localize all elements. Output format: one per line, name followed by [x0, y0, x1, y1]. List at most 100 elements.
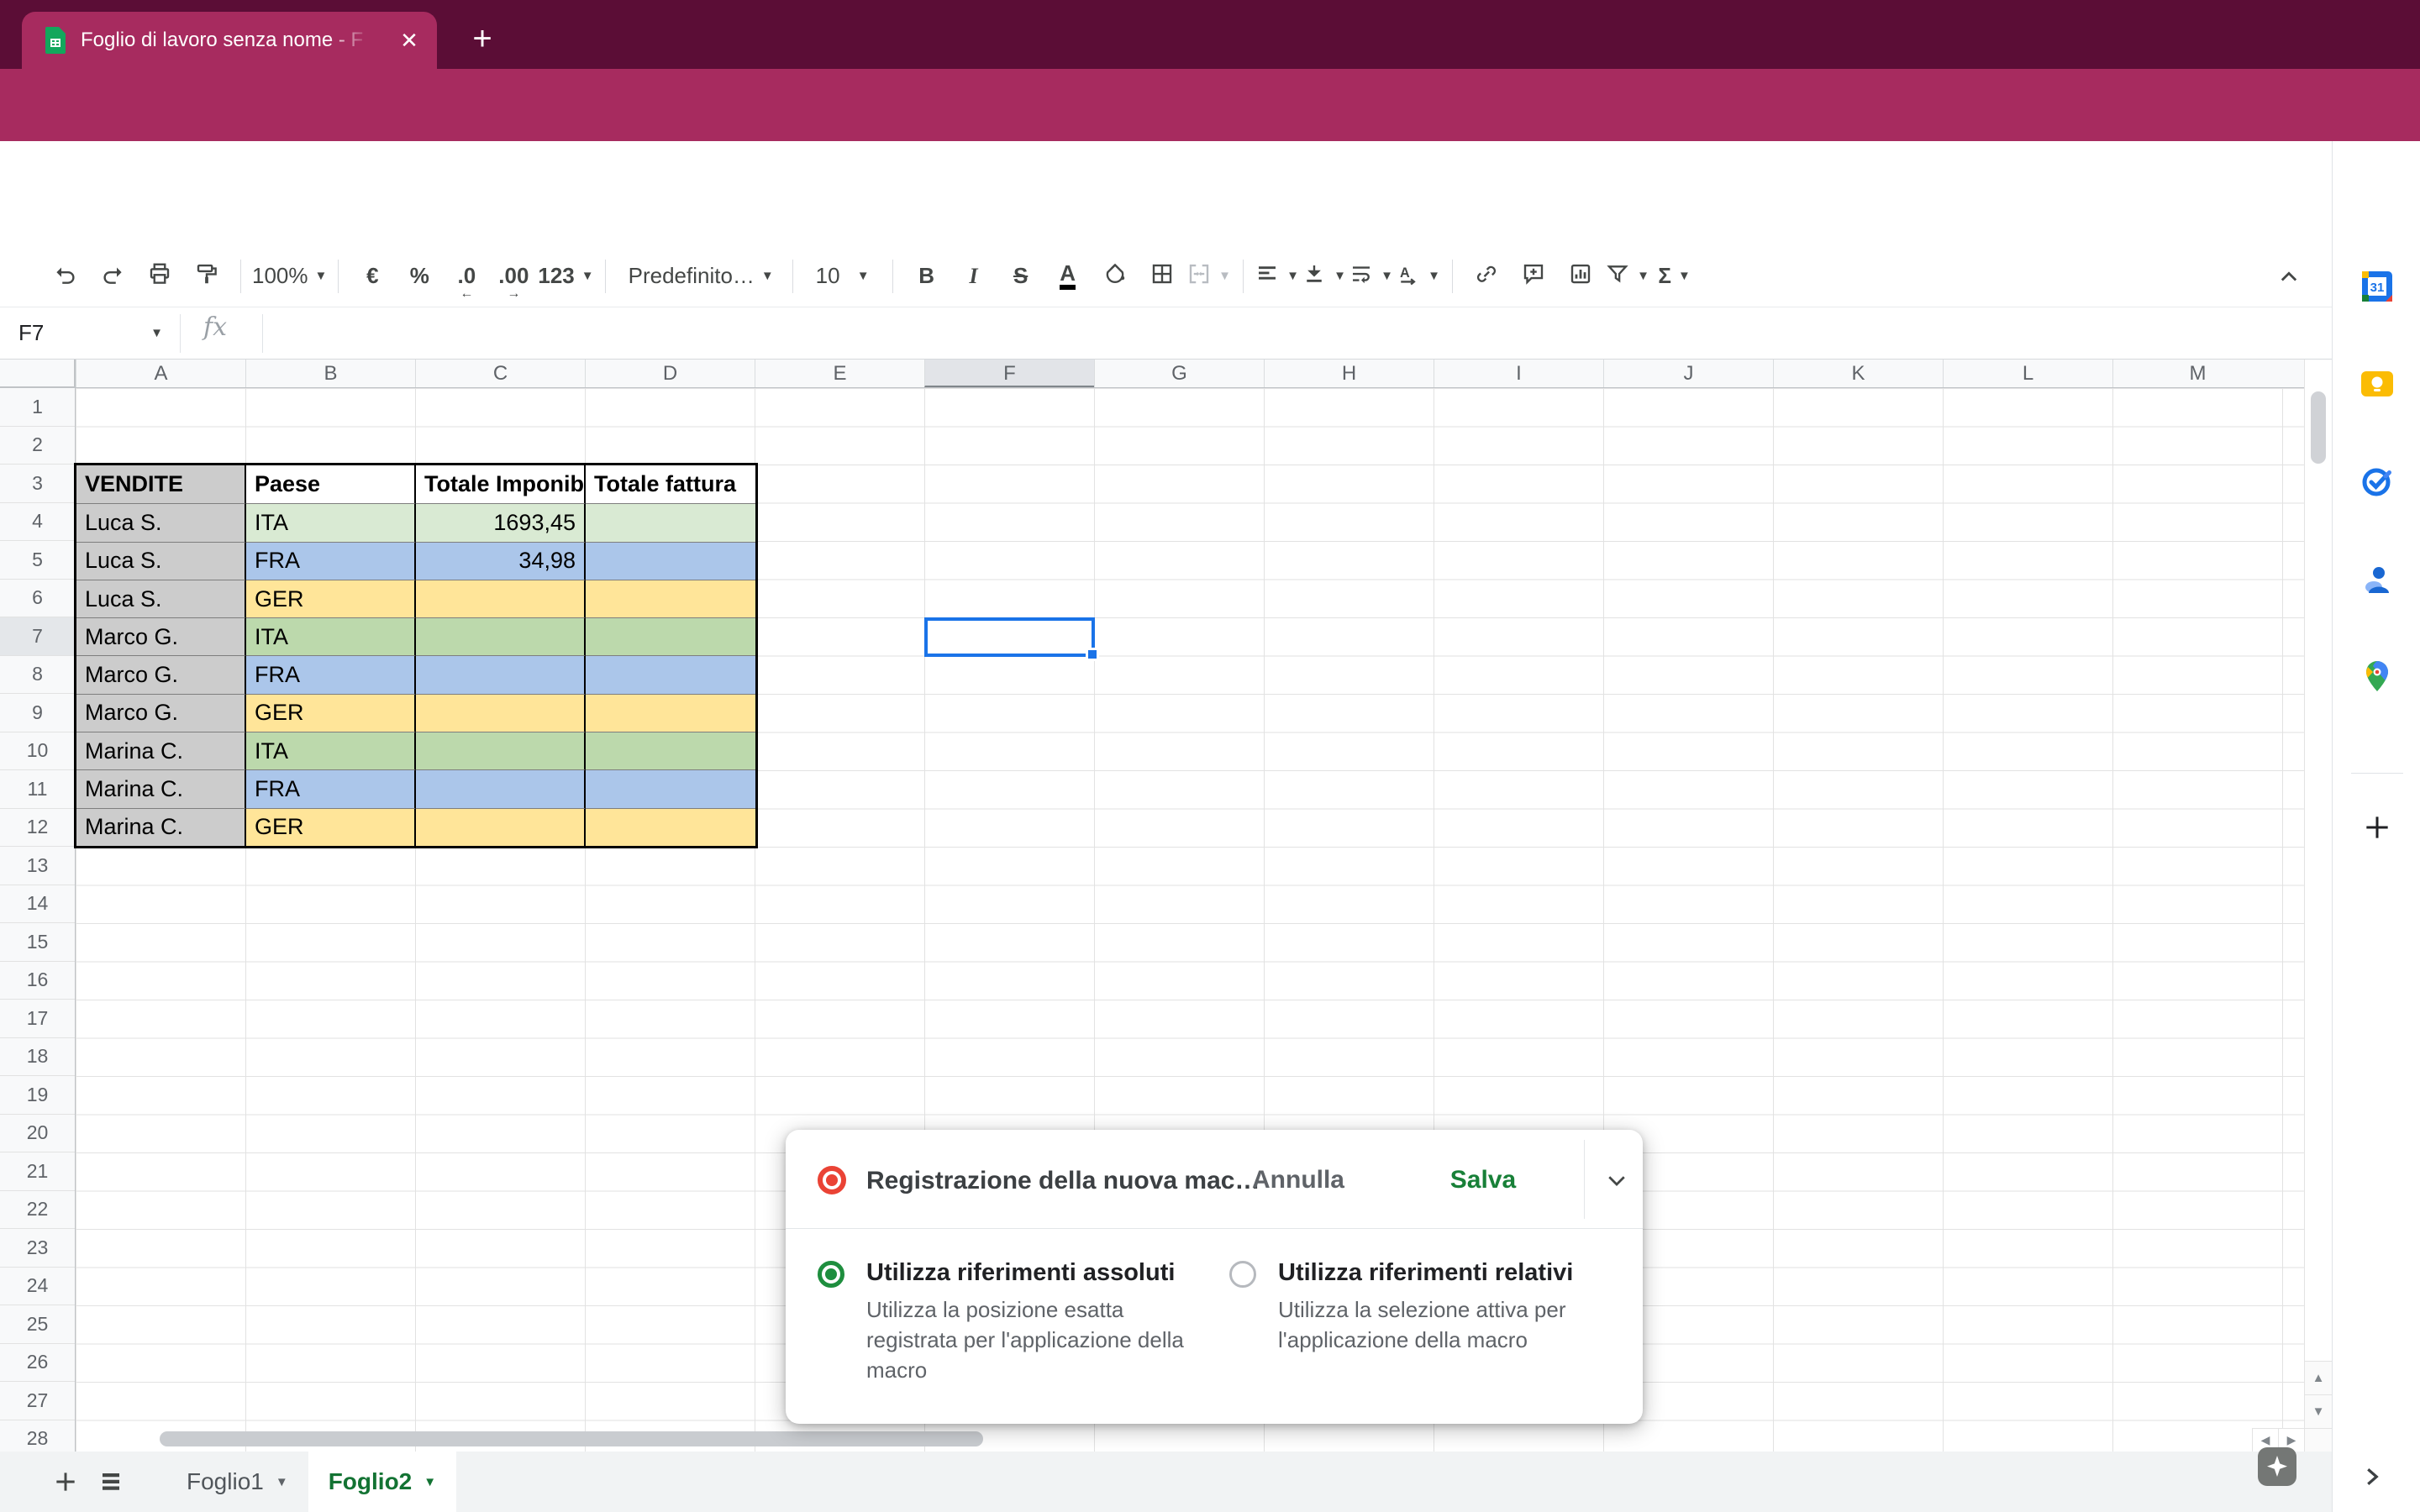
row-header-9[interactable]: 9 — [0, 694, 75, 732]
cell-A8[interactable]: Marco G. — [76, 655, 246, 693]
column-header-H[interactable]: H — [1264, 360, 1434, 387]
vertical-align-icon[interactable]: ▼ — [1302, 253, 1347, 300]
cell-D5[interactable] — [586, 542, 755, 580]
cell-C12[interactable] — [416, 808, 586, 846]
text-color[interactable]: A — [1045, 253, 1091, 300]
row-header-25[interactable]: 25 — [0, 1305, 75, 1344]
name-box[interactable]: F7 ▼ — [0, 307, 180, 359]
cell-A5[interactable]: Luca S. — [76, 542, 246, 580]
cell-D10[interactable] — [586, 732, 755, 769]
cell-D3[interactable]: Totale fattura — [586, 465, 755, 503]
cell-B9[interactable]: GER — [246, 694, 416, 732]
horizontal-scrollbar-thumb[interactable] — [160, 1431, 983, 1446]
save-button[interactable]: Salva — [1428, 1158, 1538, 1202]
row-header-26[interactable]: 26 — [0, 1344, 75, 1383]
font-size-select[interactable]: 10▼ — [804, 253, 881, 300]
italic[interactable]: I — [951, 253, 997, 300]
row-header-7[interactable]: 7 — [0, 617, 75, 656]
row-header-15[interactable]: 15 — [0, 923, 75, 962]
column-header-M[interactable]: M — [2112, 360, 2282, 387]
row-header-8[interactable]: 8 — [0, 656, 75, 695]
cell-C9[interactable] — [416, 694, 586, 732]
row-header-10[interactable]: 10 — [0, 732, 75, 771]
insert-comment-icon[interactable] — [1511, 253, 1556, 300]
row-header-28[interactable]: 28 — [0, 1420, 75, 1452]
row-header-11[interactable]: 11 — [0, 770, 75, 809]
column-header-E[interactable]: E — [755, 360, 924, 387]
borders-icon[interactable] — [1139, 253, 1185, 300]
keep-icon[interactable] — [2358, 365, 2396, 403]
cell-C4[interactable]: 1693,45 — [416, 503, 586, 541]
tasks-icon[interactable] — [2358, 462, 2396, 501]
insert-chart-icon[interactable] — [1558, 253, 1603, 300]
cell-B5[interactable]: FRA — [246, 542, 416, 580]
increase-decimals[interactable]: .00→ — [491, 253, 536, 300]
column-header-L[interactable]: L — [1943, 360, 2112, 387]
undo-icon[interactable] — [43, 253, 88, 300]
radio-selected-icon[interactable] — [818, 1261, 844, 1288]
cell-B10[interactable]: ITA — [246, 732, 416, 769]
new-tab-icon[interactable]: + — [464, 22, 501, 59]
row-header-2[interactable]: 2 — [0, 427, 75, 465]
cell-B11[interactable]: FRA — [246, 769, 416, 807]
tab-close-icon[interactable]: ✕ — [395, 26, 424, 55]
insert-link-icon[interactable] — [1464, 253, 1509, 300]
add-addon-icon[interactable] — [2358, 808, 2396, 847]
contacts-icon[interactable] — [2358, 559, 2396, 598]
redo-icon[interactable] — [90, 253, 135, 300]
row-headers[interactable]: 1234567891011121314151617181920212223242… — [0, 388, 76, 1452]
select-all-corner[interactable] — [0, 360, 76, 388]
fill-color-icon[interactable] — [1092, 253, 1138, 300]
merge-cells-icon[interactable]: ▼ — [1186, 253, 1232, 300]
sparkle-badge-icon[interactable] — [2257, 1446, 2297, 1498]
browser-tab[interactable]: Foglio di lavoro senza nome - F ✕ — [22, 12, 437, 69]
fill-handle[interactable] — [1086, 648, 1099, 661]
row-header-22[interactable]: 22 — [0, 1191, 75, 1230]
row-header-16[interactable]: 16 — [0, 962, 75, 1000]
create-filter-icon[interactable]: ▼ — [1605, 253, 1650, 300]
paint-format-icon[interactable] — [184, 253, 229, 300]
cell-C5[interactable]: 34,98 — [416, 542, 586, 580]
selected-cell-outline[interactable] — [924, 617, 1095, 657]
cell-A11[interactable]: Marina C. — [76, 769, 246, 807]
column-header-B[interactable]: B — [245, 360, 415, 387]
cell-A3[interactable]: VENDITE — [76, 465, 246, 503]
cell-C10[interactable] — [416, 732, 586, 769]
cell-D4[interactable] — [586, 503, 755, 541]
font-family-select[interactable]: Predefinito…▼ — [617, 253, 781, 300]
cell-B4[interactable]: ITA — [246, 503, 416, 541]
radio-unselected-icon[interactable] — [1229, 1261, 1256, 1288]
column-header-G[interactable]: G — [1094, 360, 1264, 387]
cell-D11[interactable] — [586, 769, 755, 807]
cell-B7[interactable]: ITA — [246, 617, 416, 655]
text-rotation-icon[interactable]: A▼ — [1396, 253, 1441, 300]
show-side-panel-icon[interactable] — [2353, 1458, 2390, 1495]
cell-C6[interactable] — [416, 580, 586, 617]
calendar-icon[interactable]: 31 — [2358, 267, 2396, 306]
cell-C8[interactable] — [416, 655, 586, 693]
add-sheet-icon[interactable] — [47, 1463, 84, 1500]
cell-D12[interactable] — [586, 808, 755, 846]
bold[interactable]: B — [904, 253, 950, 300]
print-icon[interactable] — [137, 253, 182, 300]
horizontal-align-icon[interactable]: ▼ — [1255, 253, 1300, 300]
cell-A7[interactable]: Marco G. — [76, 617, 246, 655]
macro-option-relative[interactable]: Utilizza riferimenti relativiUtilizza la… — [1229, 1256, 1614, 1355]
row-header-5[interactable]: 5 — [0, 541, 75, 580]
sheet-tab-foglio1[interactable]: Foglio1▼ — [166, 1452, 308, 1512]
column-header-D[interactable]: D — [585, 360, 755, 387]
cell-D7[interactable] — [586, 617, 755, 655]
maps-icon[interactable] — [2358, 657, 2396, 696]
cell-A12[interactable]: Marina C. — [76, 808, 246, 846]
cell-D8[interactable] — [586, 655, 755, 693]
cell-B8[interactable]: FRA — [246, 655, 416, 693]
sheet-tab-foglio2[interactable]: Foglio2▼ — [308, 1452, 456, 1512]
column-header-K[interactable]: K — [1773, 360, 1943, 387]
scroll-up-icon[interactable]: ▲ — [2305, 1361, 2332, 1394]
cell-D6[interactable] — [586, 580, 755, 617]
row-header-20[interactable]: 20 — [0, 1115, 75, 1153]
vertical-scrollbar-thumb[interactable] — [2311, 391, 2326, 464]
data-table[interactable]: VENDITEPaeseTotale ImponibileTotale fatt… — [74, 463, 758, 848]
cell-C3[interactable]: Totale Imponibile — [416, 465, 586, 503]
collapse-dialog-icon[interactable] — [1594, 1158, 1639, 1202]
